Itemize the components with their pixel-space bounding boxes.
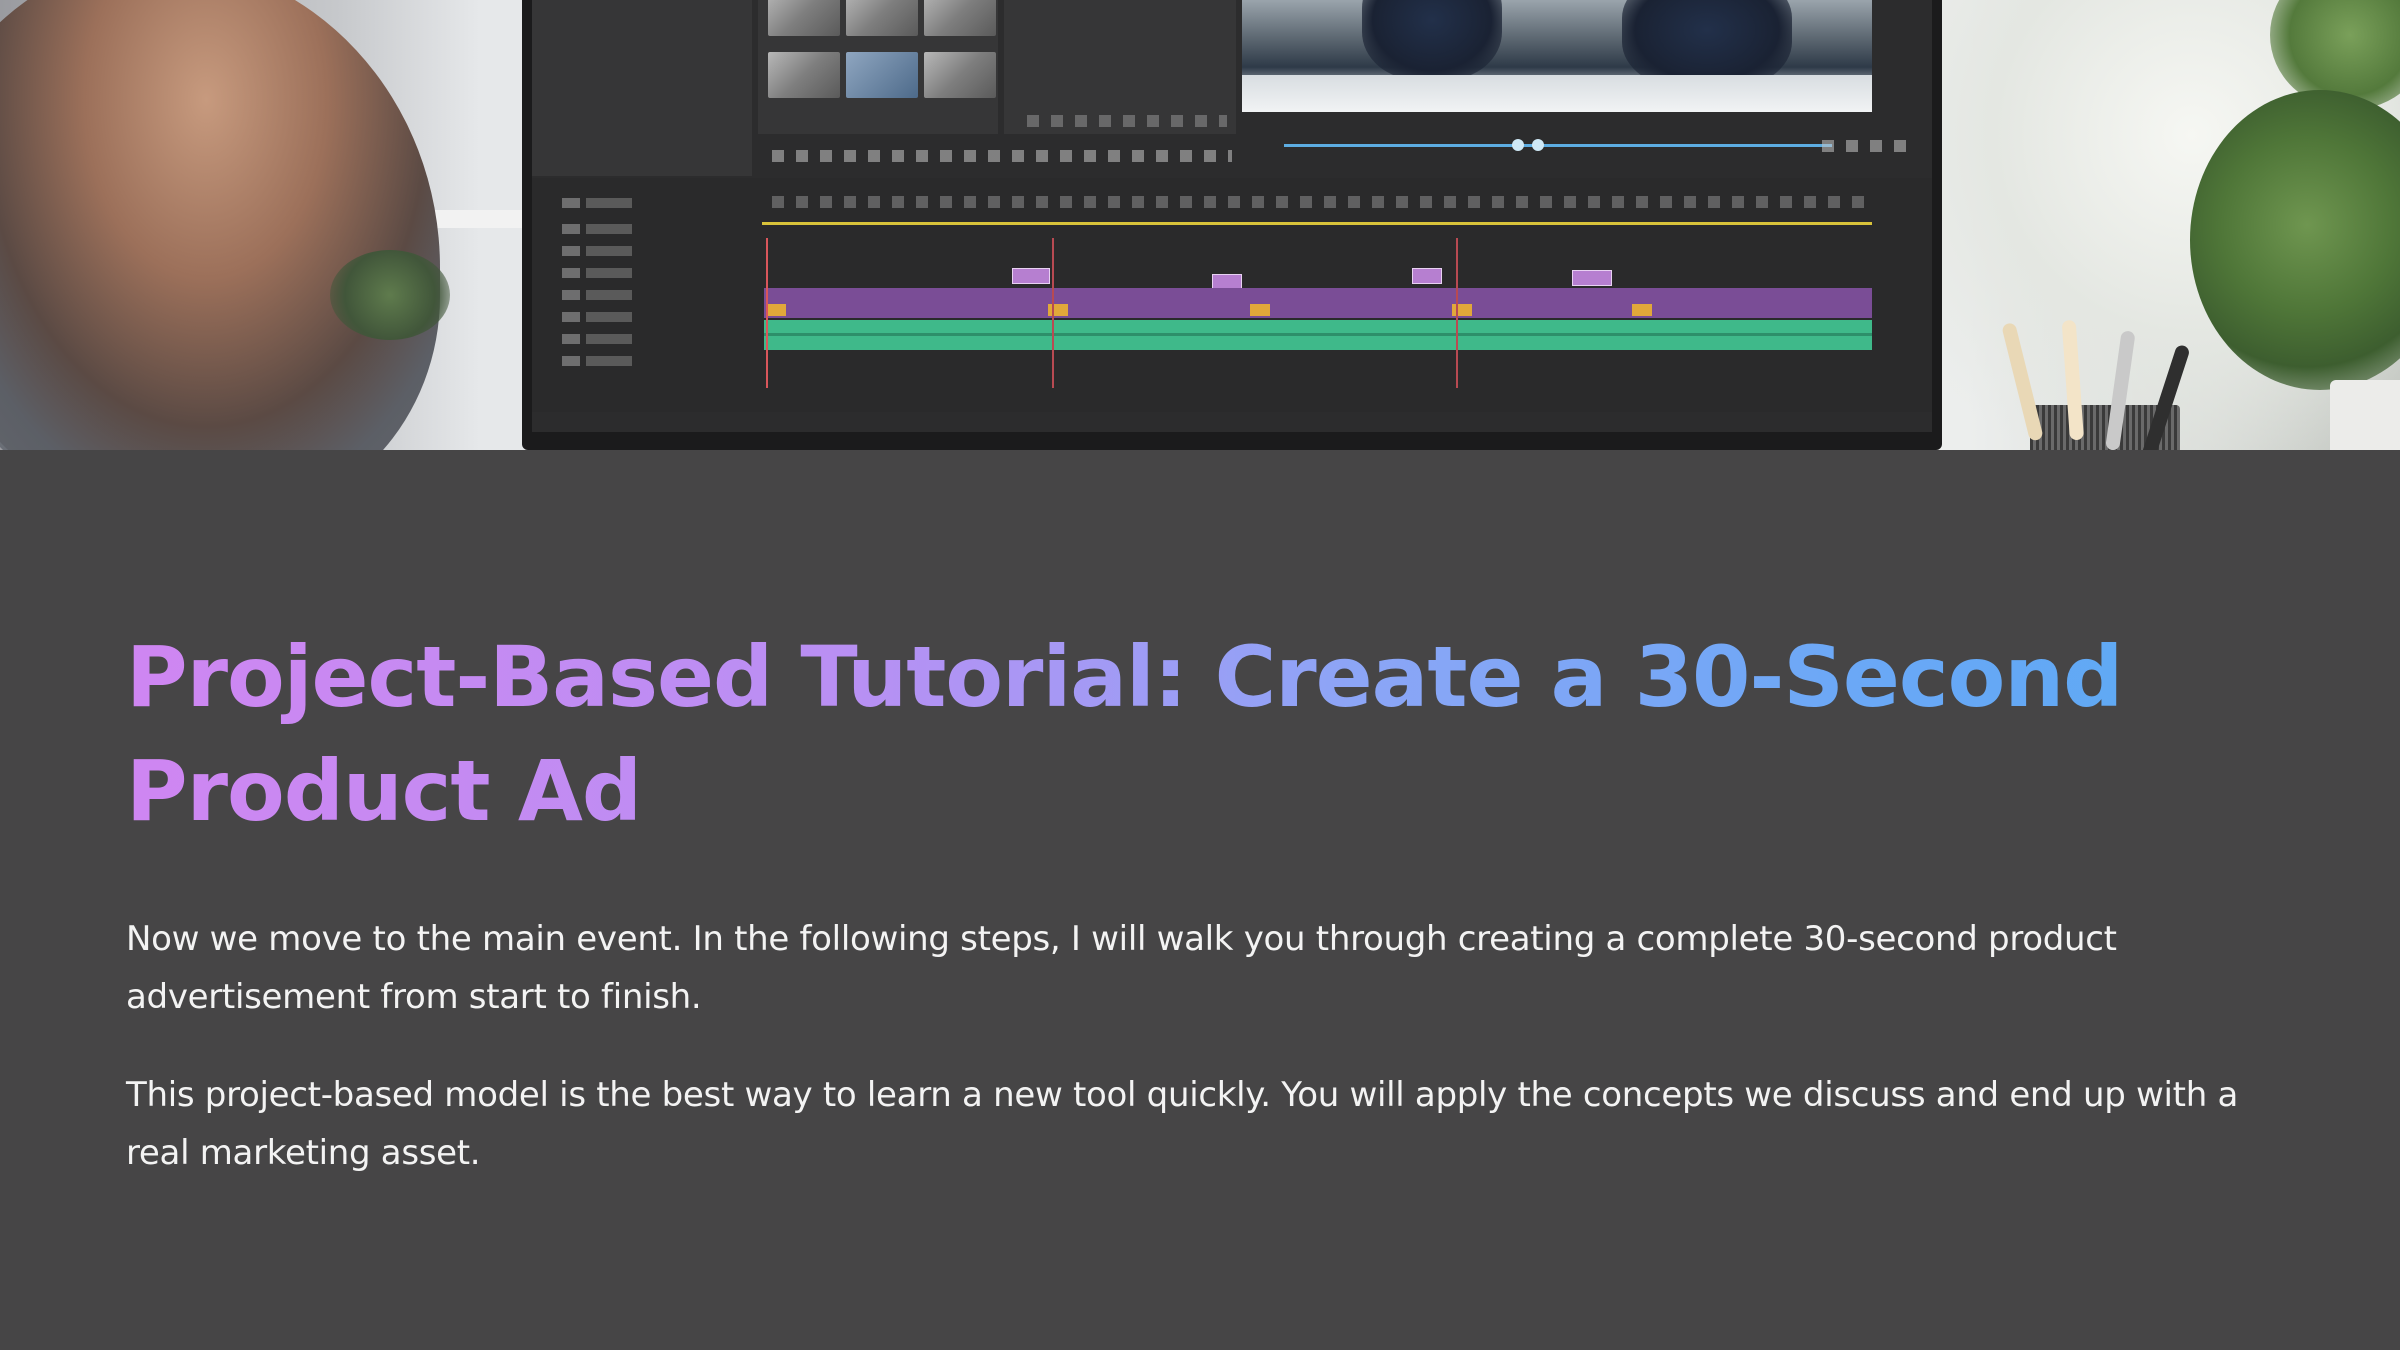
body-paragraph-2: This project-based model is the best way… bbox=[126, 1075, 2238, 1173]
editing-timeline bbox=[532, 178, 1932, 412]
slide-title: Project-Based Tutorial: Create a 30-Seco… bbox=[126, 620, 2176, 848]
monitor-image bbox=[522, 0, 1942, 450]
program-monitor bbox=[1242, 0, 1872, 112]
hero-image bbox=[0, 0, 2400, 450]
video-editor-screen bbox=[532, 0, 1932, 432]
body-paragraph-1: Now we move to the main event. In the fo… bbox=[126, 919, 2117, 1017]
person-image bbox=[0, 0, 440, 450]
content-block: Project-Based Tutorial: Create a 30-Seco… bbox=[126, 620, 2286, 1182]
media-bin bbox=[758, 0, 998, 134]
slide: Project-Based Tutorial: Create a 30-Seco… bbox=[0, 0, 2400, 1350]
playback-scrubber bbox=[1284, 144, 1832, 147]
